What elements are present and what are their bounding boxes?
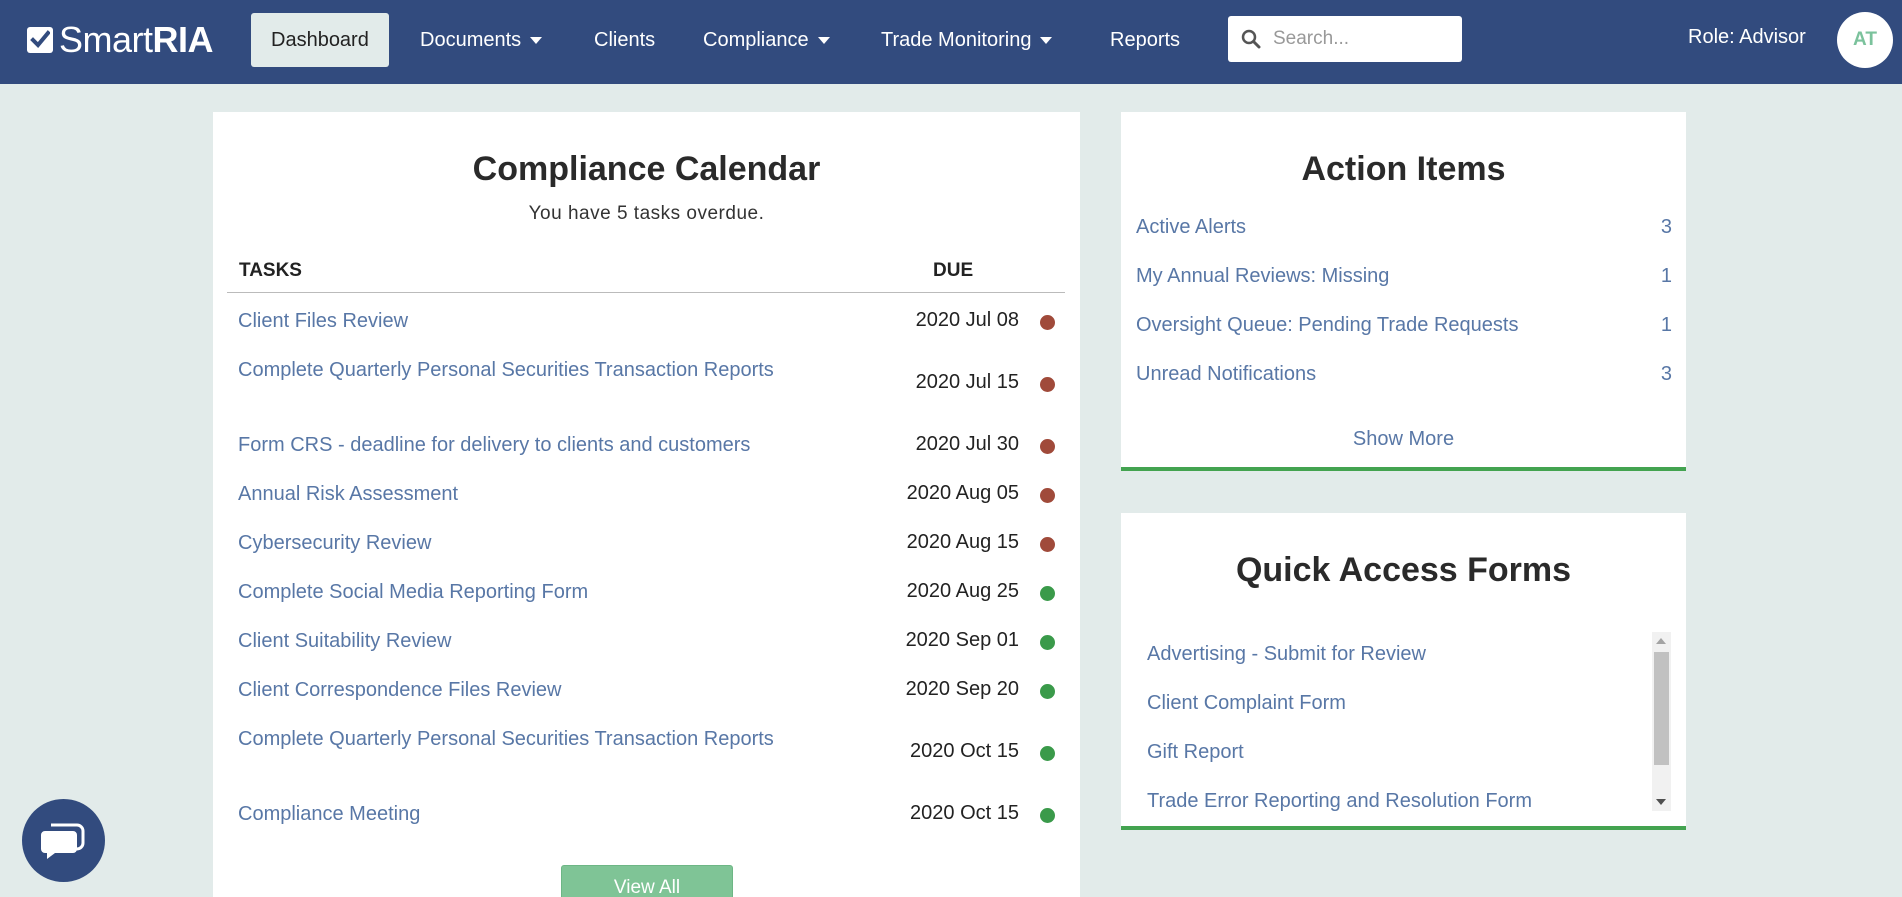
- table-row: Annual Risk Assessment 2020 Aug 05: [213, 481, 1080, 508]
- chat-button[interactable]: [22, 799, 105, 882]
- smartria-logo[interactable]: SmartRIA: [27, 19, 214, 60]
- chat-bubble-icon: [40, 823, 84, 859]
- forms-scrollbar[interactable]: [1652, 632, 1671, 811]
- task-link[interactable]: Client Suitability Review: [238, 628, 798, 655]
- compliance-calendar-panel: Compliance Calendar You have 5 tasks ove…: [213, 112, 1080, 897]
- form-link[interactable]: Client Complaint Form: [1147, 692, 1346, 715]
- task-link[interactable]: Form CRS - deadline for delivery to clie…: [238, 432, 798, 459]
- quick-access-forms-panel: Quick Access Forms Advertising - Submit …: [1121, 513, 1686, 830]
- task-link[interactable]: Client Correspondence Files Review: [238, 677, 798, 704]
- calendar-title: Compliance Calendar: [472, 150, 821, 188]
- action-item-label: Oversight Queue: Pending Trade Requests: [1136, 314, 1519, 336]
- action-item-label: My Annual Reviews: Missing: [1136, 265, 1390, 287]
- search-box[interactable]: [1228, 16, 1462, 62]
- table-row: Cybersecurity Review 2020 Aug 15: [213, 530, 1080, 557]
- list-item[interactable]: Unread Notifications 3: [1136, 363, 1672, 389]
- table-row: Client Files Review 2020 Jul 08: [213, 308, 1080, 335]
- status-dot-icon: [1040, 314, 1055, 330]
- top-navbar: SmartRIA Dashboard Documents Clients Com…: [0, 0, 1902, 84]
- table-row: Complete Social Media Reporting Form 2020…: [213, 579, 1080, 606]
- status-dot-icon: [1040, 377, 1055, 392]
- task-due-date: 2020 Aug 25: [906, 579, 1019, 602]
- task-due-date: 2020 Sep 20: [905, 677, 1019, 700]
- table-row: Compliance Meeting 2020 Oct 15: [213, 801, 1080, 828]
- task-due-date: 2020 Oct 15: [910, 801, 1019, 824]
- nav-trade-monitoring[interactable]: Trade Monitoring: [861, 13, 1072, 67]
- task-due-date: 2020 Aug 15: [906, 530, 1019, 553]
- view-all-button[interactable]: View All: [561, 865, 733, 897]
- scrollbar-thumb[interactable]: [1654, 652, 1669, 765]
- task-due-date: 2020 Aug 05: [906, 481, 1019, 504]
- caret-down-icon: [817, 36, 830, 44]
- action-item-count: 1: [1660, 314, 1672, 336]
- nav-compliance-label: Compliance: [703, 28, 809, 51]
- action-items-title: Action Items: [1301, 150, 1506, 188]
- caret-down-icon: [530, 36, 543, 44]
- status-dot-icon: [1040, 487, 1055, 503]
- nav-clients-label: Clients: [594, 28, 656, 51]
- task-due-date: 2020 Oct 15: [910, 740, 1019, 762]
- action-item-count: 3: [1660, 216, 1672, 238]
- logo-text: SmartRIA: [59, 19, 214, 60]
- tasks-table-header: TASKS DUE: [227, 258, 1065, 293]
- status-dot-icon: [1040, 438, 1055, 454]
- form-link[interactable]: Trade Error Reporting and Resolution For…: [1147, 790, 1532, 813]
- list-item[interactable]: Oversight Queue: Pending Trade Requests 1: [1136, 314, 1672, 340]
- avatar[interactable]: AT: [1837, 12, 1893, 68]
- status-dot-icon: [1040, 536, 1055, 552]
- status-dot-icon: [1040, 683, 1055, 699]
- form-link[interactable]: Advertising - Submit for Review: [1147, 643, 1426, 666]
- column-header-tasks: TASKS: [239, 260, 302, 281]
- task-due-date: 2020 Jul 08: [915, 308, 1019, 331]
- action-item-count: 3: [1660, 363, 1672, 385]
- task-link[interactable]: Complete Social Media Reporting Form: [238, 579, 798, 606]
- list-item[interactable]: Active Alerts 3: [1136, 216, 1672, 242]
- task-link[interactable]: Client Files Review: [238, 308, 798, 335]
- task-link[interactable]: Annual Risk Assessment: [238, 481, 798, 508]
- task-due-date: 2020 Jul 30: [915, 432, 1019, 455]
- nav-documents[interactable]: Documents: [400, 13, 562, 67]
- table-row: Complete Quarterly Personal Securities T…: [213, 726, 1080, 780]
- table-row: Client Correspondence Files Review 2020 S…: [213, 677, 1080, 704]
- show-more-link[interactable]: Show More: [1121, 428, 1686, 451]
- nav-trade-monitoring-label: Trade Monitoring: [881, 28, 1032, 51]
- nav-dashboard[interactable]: Dashboard: [251, 13, 389, 67]
- action-item-label: Active Alerts: [1136, 216, 1247, 238]
- task-due-date: 2020 Sep 01: [905, 628, 1019, 651]
- status-dot-icon: [1040, 585, 1055, 601]
- task-link[interactable]: Cybersecurity Review: [238, 530, 798, 557]
- quick-access-forms-title: Quick Access Forms: [1235, 551, 1572, 589]
- task-link[interactable]: Complete Quarterly Personal Securities T…: [238, 726, 798, 753]
- nav-reports-label: Reports: [1110, 28, 1181, 51]
- user-role: Role: Advisor: [1688, 26, 1806, 48]
- task-due-date: 2020 Jul 15: [915, 371, 1019, 393]
- nav-dashboard-label: Dashboard: [271, 28, 369, 51]
- list-item[interactable]: My Annual Reviews: Missing 1: [1136, 265, 1672, 291]
- status-dot-icon: [1040, 634, 1055, 650]
- nav-documents-label: Documents: [420, 28, 522, 51]
- scroll-up-arrow-icon[interactable]: [1656, 638, 1666, 644]
- status-dot-icon: [1040, 807, 1055, 823]
- table-row: Client Suitability Review 2020 Sep 01: [213, 628, 1080, 655]
- forms-list: Advertising - Submit for Review Client Co…: [1147, 643, 1647, 826]
- action-items-panel: Action Items Active Alerts 3 My Annual Rev…: [1121, 112, 1686, 471]
- table-row: Complete Quarterly Personal Securities T…: [213, 357, 1080, 411]
- search-icon: [1241, 29, 1261, 49]
- task-link[interactable]: Compliance Meeting: [238, 801, 798, 828]
- search-input[interactable]: [1273, 28, 1443, 50]
- table-row: Form CRS - deadline for delivery to clie…: [213, 432, 1080, 459]
- nav-reports[interactable]: Reports: [1090, 13, 1200, 67]
- status-dot-icon: [1040, 746, 1055, 761]
- overdue-summary: You have 5 tasks overdue.: [528, 203, 765, 224]
- caret-down-icon: [1040, 36, 1053, 44]
- form-link[interactable]: Gift Report: [1147, 741, 1244, 764]
- column-header-due: DUE: [933, 260, 974, 281]
- nav-compliance[interactable]: Compliance: [683, 13, 850, 67]
- checkbox-icon: [27, 27, 53, 53]
- nav-clients[interactable]: Clients: [574, 13, 675, 67]
- action-item-count: 1: [1660, 265, 1672, 287]
- scroll-down-arrow-icon[interactable]: [1656, 799, 1666, 805]
- task-link[interactable]: Complete Quarterly Personal Securities T…: [238, 357, 798, 384]
- action-item-label: Unread Notifications: [1136, 363, 1317, 385]
